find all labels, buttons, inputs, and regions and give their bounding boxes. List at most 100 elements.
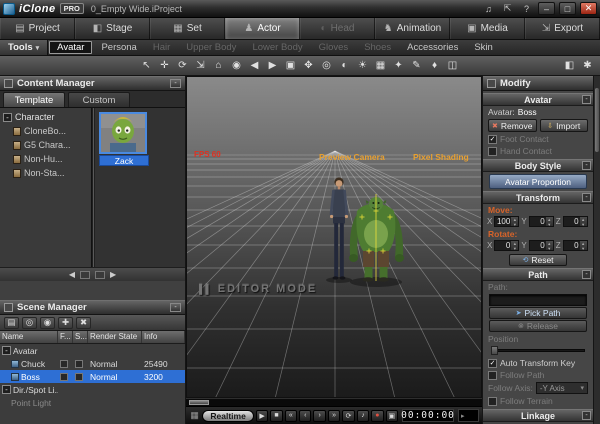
section-path[interactable]: Path - [483,268,593,281]
expander-icon[interactable]: - [2,385,11,394]
import-button[interactable]: ⇩ Import [540,119,589,132]
collapse-icon[interactable]: - [582,95,591,104]
viewport-3d[interactable]: FPS 60 Preview Camera Pixel Shading ▌▌ E… [186,76,482,398]
collapse-icon[interactable]: - [170,303,181,312]
minimize-button[interactable]: – [538,2,555,15]
column-f[interactable]: F... [58,331,73,343]
foot-contact-checkbox[interactable]: ✓ [488,135,497,144]
search-icon[interactable]: ◎ [22,317,37,329]
pan-view-icon[interactable]: ✥ [300,58,317,74]
subtab-gloves[interactable]: Gloves [312,41,356,54]
tab-animation[interactable]: ♞ Animation [375,18,450,39]
home-view-icon[interactable]: ⌂ [210,58,227,74]
face-checkbox[interactable] [60,360,68,368]
sound-button[interactable]: ♪ [357,410,369,422]
scale-tool-icon[interactable]: ⇲ [192,58,209,74]
spinner-icon[interactable] [580,241,587,250]
play-button[interactable]: ▶ [256,410,268,422]
loop-button[interactable]: ⟳ [342,410,354,422]
avatar-chuck-figure[interactable] [330,177,348,279]
avatar-boss-figure[interactable] [349,197,404,282]
brush-icon[interactable]: ✎ [408,58,425,74]
help-icon[interactable]: ? [519,2,534,15]
orbit-view-icon[interactable]: ◐ [336,58,353,74]
section-avatar[interactable]: Avatar - [483,93,593,106]
subtab-shoes[interactable]: Shoes [357,41,398,54]
rotate-z-input[interactable]: 0 [563,240,588,251]
subtab-accessories[interactable]: Accessories [400,41,465,54]
page-next-icon[interactable]: ▶ [110,270,116,279]
next-view-icon[interactable]: ▶ [264,58,281,74]
spinner-icon[interactable] [546,217,553,226]
prev-view-icon[interactable]: ◀ [246,58,263,74]
tab-project[interactable]: ▤ Project [0,18,75,39]
scrubber-handle[interactable] [189,400,209,405]
scene-row-avatar-group[interactable]: - Avatar [0,344,185,357]
subtab-avatar[interactable]: Avatar [49,41,92,54]
subtab-lower-body[interactable]: Lower Body [245,41,309,54]
move-y-input[interactable]: 0 [529,216,554,227]
slider-knob[interactable] [491,346,498,355]
subtab-skin[interactable]: Skin [467,41,499,54]
tree-item-non-human[interactable]: Non-Hu... [0,152,91,166]
camera-label[interactable]: Preview Camera [319,152,385,162]
expander-icon[interactable]: - [3,113,12,122]
timeline-scrubber[interactable] [186,398,482,406]
collapse-icon[interactable]: - [582,270,591,279]
avatar-proportion-button[interactable]: Avatar Proportion [489,174,587,189]
tab-media[interactable]: ▣ Media [450,18,525,39]
move-tool-icon[interactable]: ✛ [156,58,173,74]
stop-button[interactable]: ■ [270,410,282,422]
tree-item-clonebone[interactable]: CloneBo... [0,124,91,138]
tab-custom[interactable]: Custom [68,92,130,107]
face-checkbox[interactable] [60,373,68,381]
column-s[interactable]: S... [73,331,88,343]
move-x-input[interactable]: 100 [494,216,519,227]
rotate-x-input[interactable]: 0 [494,240,519,251]
hand-contact-checkbox[interactable] [488,147,497,156]
options-icon[interactable]: ✱ [579,58,596,74]
realtime-button[interactable]: Realtime [202,410,253,422]
tab-head[interactable]: ◐ Head [300,18,375,39]
skeleton-checkbox[interactable] [75,373,83,381]
record-button[interactable]: ● [371,410,383,422]
section-body-style[interactable]: Body Style - [483,159,593,172]
reset-button[interactable]: ⟲ Reset [509,254,567,266]
subtab-upper-body[interactable]: Upper Body [179,41,243,54]
snapshot-icon[interactable]: ◫ [444,58,461,74]
delete-item-icon[interactable]: ✖ [76,317,91,329]
auto-transform-checkbox[interactable]: ✓ [488,359,497,368]
scene-row-dir-spot-light-group[interactable]: - Dir./Spot Li... [0,383,185,396]
follow-path-checkbox[interactable] [488,371,497,380]
tab-template[interactable]: Template [3,92,65,107]
column-render-state[interactable]: Render State [88,331,142,343]
scrollbar-thumb[interactable] [595,88,599,152]
pick-path-button[interactable]: ➤ Pick Path [489,307,587,319]
dock-icon[interactable]: ⇱ [500,2,515,15]
page-indicator[interactable] [95,271,105,279]
shading-label[interactable]: Pixel Shading [413,152,469,162]
thumbnail-zack[interactable]: Zack [99,112,149,166]
panel-handle-icon[interactable] [487,79,496,88]
spinner-icon[interactable] [511,217,518,226]
list-view-icon[interactable]: ▤ [4,317,19,329]
prev-key-button[interactable]: « [285,410,297,422]
section-transform[interactable]: Transform - [483,191,593,204]
column-info[interactable]: Info [142,331,185,343]
scene-row-point-light-group[interactable]: Point Light [0,396,185,409]
follow-terrain-checkbox[interactable] [488,397,497,406]
path-input[interactable] [489,294,587,306]
spinner-icon[interactable] [580,217,587,226]
panel-handle-icon[interactable] [4,79,13,88]
thumbnail-image[interactable] [99,112,147,154]
next-key-button[interactable]: » [328,410,340,422]
subtab-persona[interactable]: Persona [94,41,143,54]
aux-display[interactable]: ▸ [458,409,479,422]
tree-item-character[interactable]: - Character [0,110,91,124]
rotate-y-input[interactable]: 0 [529,240,554,251]
next-frame-button[interactable]: › [313,410,325,422]
tree-item-g5-character[interactable]: G5 Chara... [0,138,91,152]
subtab-hair[interactable]: Hair [146,41,177,54]
skeleton-checkbox[interactable] [75,360,83,368]
render-icon[interactable]: ◧ [561,58,578,74]
